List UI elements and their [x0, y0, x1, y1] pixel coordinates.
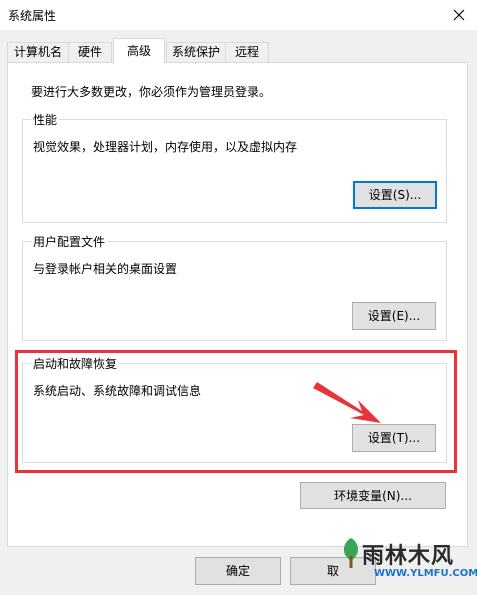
title-bar: 系统属性 [0, 0, 477, 30]
watermark-name: 雨林木风 [362, 544, 455, 569]
tab-system-protection[interactable]: 系统保护 [166, 42, 226, 62]
tab-computer-name[interactable]: 计算机名 [7, 42, 69, 62]
user-profiles-description: 与登录帐户相关的桌面设置 [33, 262, 178, 276]
user-profiles-settings-button[interactable]: 设置(E)... [352, 302, 436, 330]
performance-group: 性能 视觉效果，处理器计划，内存使用，以及虚拟内存 设置(S)... [22, 111, 447, 223]
close-icon [453, 9, 465, 21]
watermark-logo: 雨林木风 WWW.YLMFU.COM [334, 530, 477, 595]
startup-recovery-legend: 启动和故障恢复 [31, 355, 120, 372]
window-title: 系统属性 [8, 9, 57, 23]
admin-notice: 要进行大多数更改，你必须作为管理员登录。 [31, 85, 272, 99]
performance-settings-button[interactable]: 设置(S)... [353, 181, 437, 209]
startup-recovery-group: 启动和故障恢复 系统启动、系统故障和调试信息 设置(T)... [22, 355, 447, 463]
user-profiles-legend: 用户配置文件 [31, 233, 108, 250]
watermark-url: WWW.YLMFU.COM [374, 568, 477, 579]
close-button[interactable] [441, 0, 477, 30]
startup-recovery-description: 系统启动、系统故障和调试信息 [33, 384, 202, 398]
advanced-panel: 要进行大多数更改，你必须作为管理员登录。 性能 视觉效果，处理器计划，内存使用，… [7, 62, 468, 547]
tab-advanced[interactable]: 高级 [113, 38, 165, 64]
ok-button[interactable]: 确定 [195, 557, 281, 585]
startup-recovery-settings-button[interactable]: 设置(T)... [352, 424, 436, 452]
tab-remote[interactable]: 远程 [225, 42, 269, 62]
performance-description: 视觉效果，处理器计划，内存使用，以及虚拟内存 [33, 140, 298, 154]
tab-hardware[interactable]: 硬件 [68, 42, 112, 62]
environment-variables-button[interactable]: 环境变量(N)... [300, 482, 446, 509]
user-profiles-group: 用户配置文件 与登录帐户相关的桌面设置 设置(E)... [22, 233, 447, 341]
performance-legend: 性能 [31, 111, 60, 128]
